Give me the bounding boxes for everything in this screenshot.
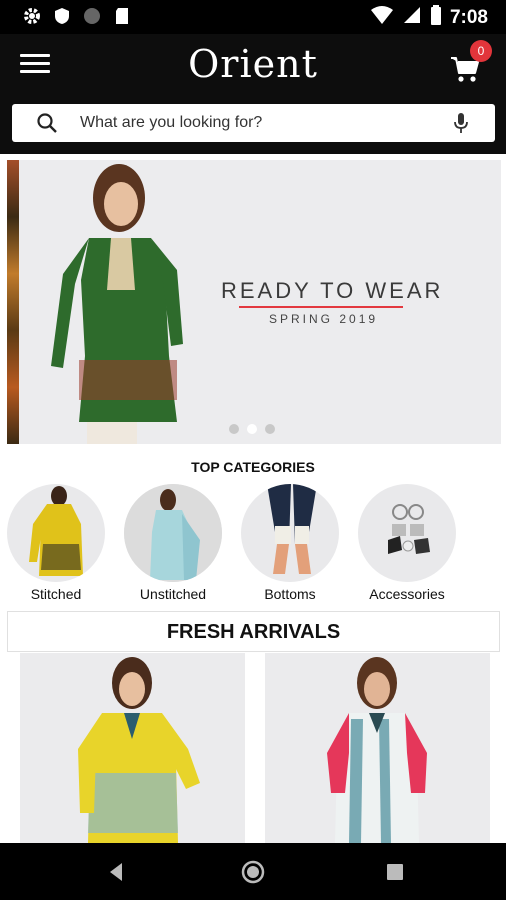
system-navigation-bar xyxy=(0,843,506,900)
cart-count-badge: 0 xyxy=(470,40,492,62)
top-categories-heading: TOP CATEGORIES xyxy=(191,459,315,475)
banner-accent-line xyxy=(239,306,403,308)
banner-model-image xyxy=(51,164,183,444)
category-label: Unstitched xyxy=(139,586,207,602)
circle-icon xyxy=(82,6,102,26)
category-list: Stitched Unstitched Bottoms Accessories xyxy=(6,484,500,604)
banner-title: READY TO WEAR xyxy=(221,278,444,303)
search-icon xyxy=(37,113,57,133)
status-bar: 7:08 xyxy=(0,0,506,34)
signal-icon xyxy=(402,5,422,30)
product-card[interactable] xyxy=(20,653,245,843)
shield-icon xyxy=(52,6,72,26)
wifi-icon xyxy=(370,5,394,30)
recent-apps-icon[interactable] xyxy=(382,859,408,885)
back-icon[interactable] xyxy=(104,859,130,885)
category-stitched[interactable]: Stitched xyxy=(6,484,106,602)
microphone-icon[interactable] xyxy=(453,112,469,134)
brand-logo[interactable]: Orient xyxy=(0,42,506,86)
app-header: Orient 0 What are you looking for? xyxy=(0,34,506,154)
search-bar[interactable]: What are you looking for? xyxy=(12,104,495,142)
carousel-dot[interactable] xyxy=(265,424,275,434)
home-icon[interactable] xyxy=(240,859,266,885)
category-label: Bottoms xyxy=(264,586,316,602)
settings-icon xyxy=(22,6,42,26)
search-input[interactable]: What are you looking for? xyxy=(80,114,453,132)
carousel-dot-active[interactable] xyxy=(247,424,257,434)
status-icons-left xyxy=(22,6,132,26)
hero-banner[interactable]: READY TO WEAR SPRING 2019 xyxy=(7,160,501,444)
category-accessories[interactable]: Accessories xyxy=(357,484,457,602)
category-bottoms[interactable]: Bottoms xyxy=(240,484,340,602)
category-label: Stitched xyxy=(30,586,82,602)
carousel-indicator xyxy=(229,424,275,434)
product-card[interactable] xyxy=(265,653,490,843)
fresh-arrivals-heading: FRESH ARRIVALS xyxy=(7,611,500,652)
screen: 7:08 Orient 0 What are you looking for? xyxy=(0,0,506,900)
category-image xyxy=(358,484,456,582)
category-image xyxy=(124,484,222,582)
category-label: Accessories xyxy=(369,586,445,602)
category-image xyxy=(241,484,339,582)
category-image xyxy=(7,484,105,582)
status-icons-right: 7:08 xyxy=(370,5,488,30)
status-time: 7:08 xyxy=(449,6,488,28)
category-unstitched[interactable]: Unstitched xyxy=(123,484,223,602)
battery-icon xyxy=(430,5,442,30)
carousel-dot[interactable] xyxy=(229,424,239,434)
banner-subtitle: SPRING 2019 xyxy=(269,312,379,326)
banner-decorative-border xyxy=(7,160,19,444)
product-image xyxy=(78,657,200,843)
sd-card-icon xyxy=(112,6,132,26)
product-image xyxy=(327,657,427,843)
